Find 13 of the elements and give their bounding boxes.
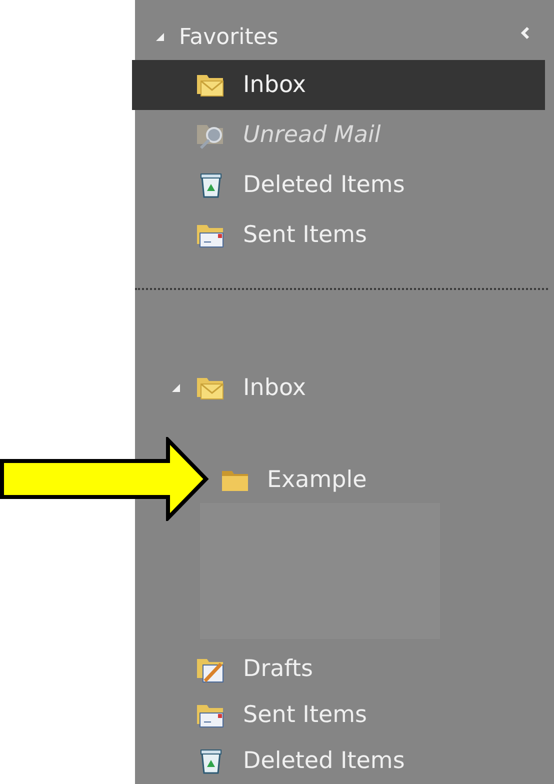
folder-item[interactable]: Inbox (135, 365, 554, 411)
folder-item[interactable]: Inbox (132, 60, 545, 110)
expand-triangle-icon[interactable] (155, 32, 165, 42)
folder-item[interactable]: Sent Items (135, 692, 554, 738)
folder-item[interactable]: Deleted Items (135, 738, 554, 784)
folder-item[interactable]: Example (219, 457, 554, 503)
expand-triangle-icon[interactable] (171, 383, 181, 393)
folder-item[interactable]: Drafts (135, 646, 554, 692)
section-title[interactable]: Favorites (179, 24, 278, 50)
collapse-pane-icon[interactable] (520, 26, 530, 40)
folder-item[interactable]: Sent Items (135, 210, 545, 260)
folder-item[interactable]: Deleted Items (135, 160, 545, 210)
folder-item[interactable]: Unread Mail (135, 110, 545, 160)
